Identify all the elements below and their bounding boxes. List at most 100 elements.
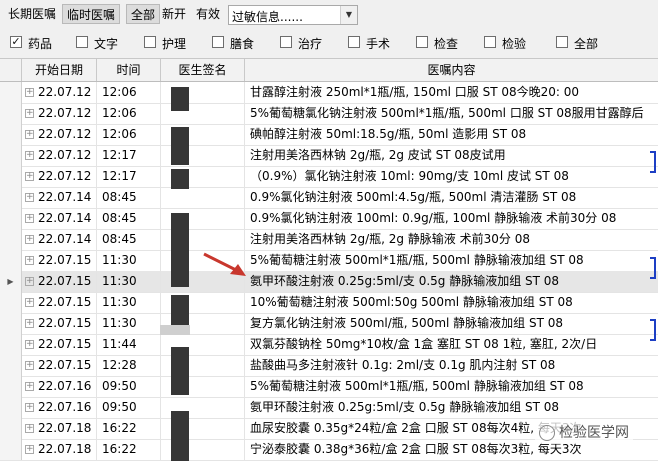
expand-icon[interactable]: + xyxy=(25,361,34,370)
watermark: 检验医学网 xyxy=(535,420,633,444)
checkbox[interactable] xyxy=(416,36,428,48)
expand-icon[interactable]: + xyxy=(25,382,34,391)
row-indicator[interactable] xyxy=(0,187,22,208)
table-row[interactable]: +22.07.14 08:45 0.9%氯化钠注射液 500ml:4.5g/瓶, 5… xyxy=(0,187,658,209)
header-time[interactable]: 时间 xyxy=(97,59,161,81)
table-row[interactable]: +22.07.15 11:30 复方氯化钠注射液 500ml/瓶, 500ml 静脉… xyxy=(0,313,658,335)
tab-temporary-orders[interactable]: 临时医嘱 xyxy=(62,4,121,24)
row-indicator[interactable] xyxy=(0,82,22,103)
cell-start-date: 22.07.15 xyxy=(38,316,92,330)
row-indicator[interactable] xyxy=(0,418,22,439)
table-row[interactable]: +22.07.16 09:50 5%葡萄糖注射液 500ml*1瓶/瓶, 500ml… xyxy=(0,376,658,398)
cell-time: 12:28 xyxy=(97,355,161,376)
checkbox[interactable] xyxy=(484,36,496,48)
checkbox[interactable] xyxy=(556,36,568,48)
row-indicator[interactable] xyxy=(0,397,22,418)
signature-redaction xyxy=(171,347,189,395)
table-row[interactable]: +22.07.15 11:30 10%葡萄糖注射液 500ml:50g 500ml … xyxy=(0,292,658,314)
expand-icon[interactable]: + xyxy=(25,109,34,118)
cell-order-content: 10%葡萄糖注射液 500ml:50g 500ml 静脉输液加组 ST 08 xyxy=(250,295,573,309)
cell-doctor-signature xyxy=(161,187,245,208)
expand-icon[interactable]: + xyxy=(25,193,34,202)
tab-all[interactable]: 全部 xyxy=(126,4,161,24)
checkbox[interactable] xyxy=(76,36,88,48)
expand-icon[interactable]: + xyxy=(25,130,34,139)
row-indicator[interactable] xyxy=(0,292,22,313)
signature-redaction xyxy=(160,325,190,335)
table-row[interactable]: +22.07.14 08:45 0.9%氯化钠注射液 100ml: 0.9g/瓶, … xyxy=(0,208,658,230)
table-row[interactable]: +22.07.12 12:06 甘露醇注射液 250ml*1瓶/瓶, 150ml 口… xyxy=(0,82,658,104)
expand-icon[interactable]: + xyxy=(25,172,34,181)
tab-long-term-orders[interactable]: 长期医嘱 xyxy=(4,4,60,24)
date-cell: +22.07.12 xyxy=(22,82,97,103)
row-indicator[interactable] xyxy=(0,334,22,355)
date-cell: +22.07.15 xyxy=(22,292,97,313)
expand-icon[interactable]: + xyxy=(25,319,34,328)
row-indicator[interactable] xyxy=(0,124,22,145)
row-indicator[interactable] xyxy=(0,439,22,460)
expand-icon[interactable]: + xyxy=(25,340,34,349)
cell-start-date: 22.07.12 xyxy=(38,148,92,162)
cell-time: 11:30 xyxy=(97,292,161,313)
row-indicator[interactable] xyxy=(0,103,22,124)
group-bracket xyxy=(650,319,656,341)
cell-order-content: 复方氯化钠注射液 500ml/瓶, 500ml 静脉输液加组 ST 08 xyxy=(250,316,564,330)
expand-icon[interactable]: + xyxy=(25,151,34,160)
expand-icon[interactable]: + xyxy=(25,235,34,244)
checkbox[interactable] xyxy=(144,36,156,48)
cell-order-content: 氨甲环酸注射液 0.25g:5ml/支 0.5g 静脉输液加组 ST 08 xyxy=(250,400,560,414)
filter-label: 膳食 xyxy=(230,37,255,51)
checkbox[interactable]: ✓ xyxy=(10,36,22,48)
table-row[interactable]: +22.07.12 12:17 （0.9%）氯化钠注射液 10ml: 90mg/支 … xyxy=(0,166,658,188)
cell-order-content: 5%葡萄糖注射液 500ml*1瓶/瓶, 500ml 静脉输液加组 ST 08 xyxy=(250,253,584,267)
date-cell: +22.07.15 xyxy=(22,355,97,376)
expand-icon[interactable]: + xyxy=(25,298,34,307)
table-row[interactable]: ▶ +22.07.15 11:30 氨甲环酸注射液 0.25g:5ml/支 0.5g … xyxy=(0,271,658,293)
header-order-content[interactable]: 医嘱内容 xyxy=(245,59,658,81)
expand-icon[interactable]: + xyxy=(25,277,34,286)
expand-icon[interactable]: + xyxy=(25,445,34,454)
table-row[interactable]: +22.07.12 12:17 注射用美洛西林钠 2g/瓶, 2g 皮试 ST 08… xyxy=(0,145,658,167)
expand-icon[interactable]: + xyxy=(25,403,34,412)
table-row[interactable]: +22.07.15 12:28 盐酸曲马多注射液针 0.1g: 2ml/支 0.1g… xyxy=(0,355,658,377)
row-indicator[interactable] xyxy=(0,355,22,376)
row-indicator[interactable] xyxy=(0,229,22,250)
cell-time: 12:17 xyxy=(97,166,161,187)
watermark-text: 检验医学网 xyxy=(559,425,629,441)
expand-icon[interactable]: + xyxy=(25,214,34,223)
header-indicator xyxy=(0,59,22,81)
tab-valid[interactable]: 有效 xyxy=(192,4,224,24)
allergy-select[interactable]: 过敏信息...... ▼ xyxy=(228,5,358,25)
group-bracket xyxy=(650,151,656,173)
date-cell: +22.07.16 xyxy=(22,376,97,397)
expand-icon[interactable]: + xyxy=(25,424,34,433)
row-indicator[interactable] xyxy=(0,208,22,229)
checkbox[interactable] xyxy=(348,36,360,48)
row-indicator[interactable] xyxy=(0,250,22,271)
expand-icon[interactable]: + xyxy=(25,88,34,97)
table-row[interactable]: +22.07.12 12:06 5%葡萄糖氯化钠注射液 500ml*1瓶/瓶, 50… xyxy=(0,103,658,125)
signature-redaction xyxy=(171,169,189,189)
row-indicator[interactable] xyxy=(0,166,22,187)
row-indicator[interactable] xyxy=(0,376,22,397)
cell-order-content: 注射用美洛西林钠 2g/瓶, 2g 皮试 ST 08皮试用 xyxy=(250,148,506,162)
row-pointer-icon[interactable]: ▶ xyxy=(0,271,22,292)
table-row[interactable]: +22.07.16 09:50 氨甲环酸注射液 0.25g:5ml/支 0.5g 静… xyxy=(0,397,658,419)
signature-redaction xyxy=(171,257,189,287)
cell-order-content: 5%葡萄糖氯化钠注射液 500ml*1瓶/瓶, 500ml 口服 ST 08服用… xyxy=(250,106,644,120)
header-doctor-signature[interactable]: 医生签名 xyxy=(161,59,245,81)
expand-icon[interactable]: + xyxy=(25,256,34,265)
header-start-date[interactable]: 开始日期 xyxy=(22,59,97,81)
chevron-down-icon[interactable]: ▼ xyxy=(340,6,357,24)
filter-label: 手术 xyxy=(366,37,391,51)
checkbox[interactable] xyxy=(212,36,224,48)
row-indicator[interactable] xyxy=(0,145,22,166)
table-row[interactable]: +22.07.14 08:45 注射用美洛西林钠 2g/瓶, 2g 静脉输液 术前3… xyxy=(0,229,658,251)
date-cell: +22.07.14 xyxy=(22,187,97,208)
table-row[interactable]: +22.07.15 11:44 双氯芬酸钠栓 50mg*10枚/盒 1盒 塞肛 ST… xyxy=(0,334,658,356)
table-row[interactable]: +22.07.12 12:06 碘帕醇注射液 50ml:18.5g/瓶, 50ml … xyxy=(0,124,658,146)
checkbox[interactable] xyxy=(280,36,292,48)
tab-new[interactable]: 新开 xyxy=(158,4,190,24)
row-indicator[interactable] xyxy=(0,313,22,334)
table-row[interactable]: +22.07.15 11:30 5%葡萄糖注射液 500ml*1瓶/瓶, 500ml… xyxy=(0,250,658,272)
